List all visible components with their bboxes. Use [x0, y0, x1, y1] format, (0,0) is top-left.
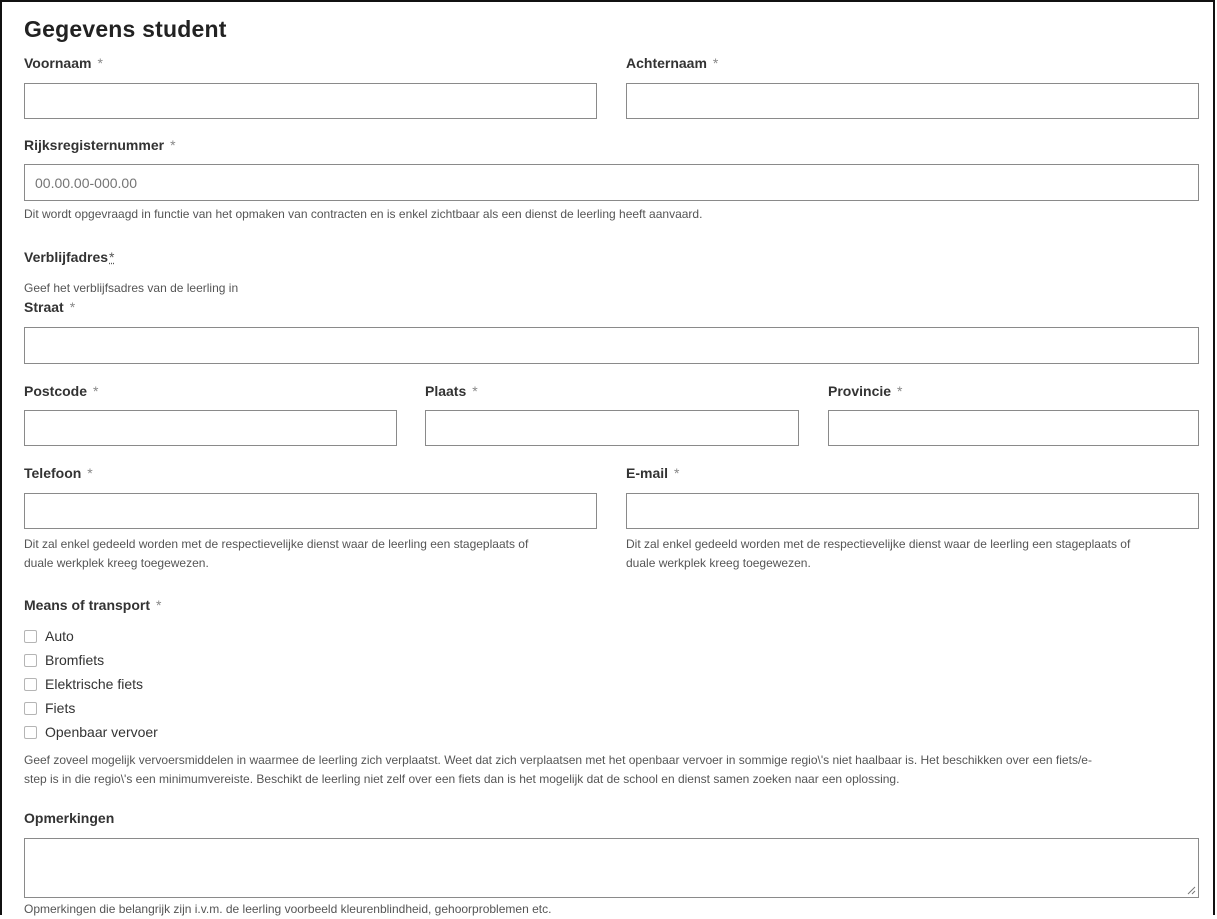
national-id-help: Dit wordt opgevraagd in functie van het …	[24, 207, 703, 221]
required-mark: *	[69, 299, 76, 315]
transport-option-bromfiets[interactable]: Bromfiets	[24, 650, 158, 670]
phone-input[interactable]	[24, 493, 597, 529]
checkbox-openbaar-vervoer[interactable]	[24, 725, 37, 739]
national-id-label: Rijksregisternummer *	[24, 137, 176, 153]
remarks-help: Opmerkingen die belangrijk zijn i.v.m. d…	[24, 902, 552, 916]
transport-option-auto[interactable]: Auto	[24, 626, 158, 646]
form-title: Gegevens student	[24, 16, 227, 42]
transport-label: Means of transport *	[24, 597, 162, 613]
required-mark: *	[156, 597, 162, 613]
province-input[interactable]	[828, 410, 1199, 446]
transport-help: Geef zoveel mogelijk vervoersmiddelen in…	[24, 753, 1092, 786]
required-mark: *	[97, 55, 103, 71]
email-input[interactable]	[626, 493, 1199, 529]
required-mark: *	[674, 465, 680, 481]
first-name-input[interactable]	[24, 83, 597, 119]
required-mark: *	[170, 137, 176, 153]
province-label: Provincie *	[828, 383, 903, 399]
phone-label: Telefoon *	[24, 465, 93, 481]
required-mark: *	[472, 383, 478, 399]
transport-option-openbaar-vervoer[interactable]: Openbaar vervoer	[24, 722, 158, 742]
city-input[interactable]	[425, 410, 799, 446]
street-input[interactable]	[24, 327, 1199, 364]
transport-option-elektrische-fiets[interactable]: Elektrische fiets	[24, 674, 158, 694]
street-label: Straat *	[24, 299, 76, 315]
city-label: Plaats *	[425, 383, 478, 399]
transport-option-fiets[interactable]: Fiets	[24, 698, 158, 718]
checkbox-auto[interactable]	[24, 629, 37, 643]
required-mark: *	[93, 383, 99, 399]
remarks-label: Opmerkingen	[24, 810, 115, 826]
postcode-label: Postcode *	[24, 383, 99, 399]
required-mark: *	[109, 249, 115, 265]
last-name-label: Achternaam *	[626, 55, 719, 71]
phone-help: Dit zal enkel gedeeld worden met de resp…	[24, 537, 529, 570]
required-mark: *	[712, 55, 719, 71]
national-id-input[interactable]	[24, 164, 1199, 201]
checkbox-elektrische-fiets[interactable]	[24, 677, 37, 691]
required-mark: *	[897, 383, 903, 399]
checkbox-bromfiets[interactable]	[24, 653, 37, 667]
required-mark: *	[87, 465, 93, 481]
address-label: Verblijfadres*	[24, 249, 115, 265]
postcode-input[interactable]	[24, 410, 397, 446]
address-help: Geef het verblijfsadres van de leerling …	[24, 281, 239, 295]
transport-options: Auto Bromfiets Elektrische fiets Fiets O…	[24, 626, 158, 742]
remarks-textarea[interactable]	[24, 838, 1199, 898]
resize-grip-icon[interactable]	[1186, 885, 1196, 895]
email-help: Dit zal enkel gedeeld worden met de resp…	[626, 537, 1131, 570]
first-name-label: Voornaam *	[24, 55, 103, 71]
checkbox-fiets[interactable]	[24, 701, 37, 715]
email-label: E-mail *	[626, 465, 680, 481]
last-name-input[interactable]	[626, 83, 1199, 119]
